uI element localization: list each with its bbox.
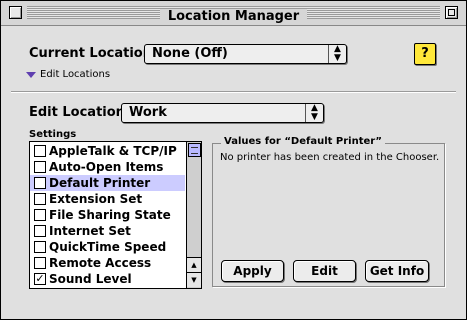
- settings-item-label: Auto-Open Items: [49, 160, 164, 174]
- checkbox-checked[interactable]: ✓: [34, 273, 46, 285]
- settings-item-label: Sound Level: [49, 272, 132, 286]
- current-location-label: Current Location:: [29, 46, 158, 61]
- current-location-popup[interactable]: None (Off) ▲ ▼: [144, 44, 347, 64]
- settings-scrollbar[interactable]: ▲ ▼: [186, 142, 201, 288]
- settings-item-auto-open[interactable]: Auto-Open Items: [30, 159, 185, 175]
- settings-item-quicktime-speed[interactable]: QuickTime Speed: [30, 239, 185, 255]
- settings-item-label: Extension Set: [49, 192, 143, 206]
- location-manager-window: Location Manager Current Location: None …: [0, 0, 467, 320]
- scroll-up-arrow-icon[interactable]: ▲: [187, 257, 201, 272]
- settings-item-label: File Sharing State: [49, 208, 171, 222]
- checkbox[interactable]: [34, 241, 46, 253]
- settings-item-sound-level[interactable]: ✓ Sound Level: [30, 271, 185, 287]
- edit-locations-label: Edit Locations: [40, 69, 111, 80]
- apply-button[interactable]: Apply: [221, 260, 284, 282]
- edit-location-label: Edit Location:: [29, 105, 131, 120]
- divider: [11, 91, 456, 93]
- settings-label: Settings: [29, 129, 77, 140]
- popup-arrows-icon: ▲ ▼: [328, 45, 346, 63]
- settings-list[interactable]: AppleTalk & TCP/IP Auto-Open Items Defau…: [29, 141, 202, 289]
- popup-arrows-icon: ▲ ▼: [305, 104, 323, 122]
- settings-item-default-printer[interactable]: Default Printer: [30, 175, 185, 191]
- window-title: Location Manager: [159, 9, 308, 25]
- help-button[interactable]: ?: [414, 43, 436, 65]
- edit-location-value: Work: [129, 105, 167, 120]
- values-group-title: Values for “Default Printer”: [221, 136, 385, 147]
- checkbox[interactable]: [34, 193, 46, 205]
- checkbox[interactable]: [34, 257, 46, 269]
- scroll-down-arrow-icon[interactable]: ▼: [187, 272, 201, 287]
- zoom-box-icon[interactable]: [445, 6, 458, 19]
- settings-item-label: QuickTime Speed: [49, 240, 167, 254]
- checkbox[interactable]: [34, 209, 46, 221]
- get-info-button[interactable]: Get Info: [365, 260, 429, 282]
- settings-item-label: AppleTalk & TCP/IP: [49, 144, 177, 158]
- settings-item-label: Default Printer: [49, 176, 151, 190]
- values-message: No printer has been created in the Choos…: [220, 152, 440, 163]
- title-bar[interactable]: Location Manager: [1, 1, 466, 26]
- scroll-thumb[interactable]: [188, 143, 201, 157]
- settings-item-appletalk[interactable]: AppleTalk & TCP/IP: [30, 143, 185, 159]
- disclosure-triangle-icon[interactable]: [26, 71, 36, 78]
- current-location-value: None (Off): [152, 46, 228, 61]
- checkbox[interactable]: [34, 177, 46, 189]
- checkbox[interactable]: [34, 225, 46, 237]
- settings-item-remote-access[interactable]: Remote Access: [30, 255, 185, 271]
- settings-item-file-sharing[interactable]: File Sharing State: [30, 207, 185, 223]
- edit-locations-disclosure[interactable]: Edit Locations: [26, 69, 110, 80]
- settings-item-label: Internet Set: [49, 224, 131, 238]
- edit-location-popup[interactable]: Work ▲ ▼: [121, 103, 324, 123]
- settings-item-internet-set[interactable]: Internet Set: [30, 223, 185, 239]
- settings-item-label: Remote Access: [49, 256, 152, 270]
- edit-button[interactable]: Edit: [293, 260, 356, 282]
- checkbox[interactable]: [34, 161, 46, 173]
- settings-item-extension-set[interactable]: Extension Set: [30, 191, 185, 207]
- checkbox[interactable]: [34, 145, 46, 157]
